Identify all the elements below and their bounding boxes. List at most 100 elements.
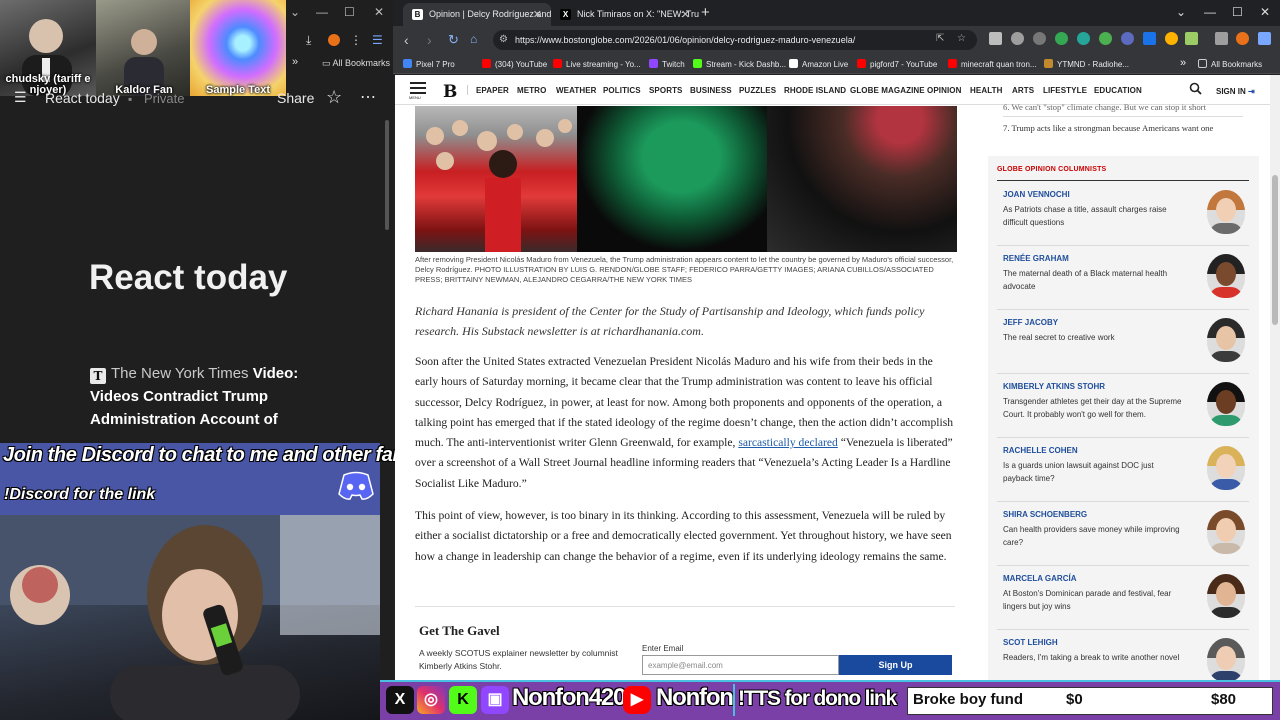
all-bookmarks-link[interactable]: ▭ All Bookmarks <box>322 58 390 69</box>
close-tab-icon[interactable]: ✕ <box>533 8 542 21</box>
bookmark-pigford[interactable]: pigford7 - YouTube <box>857 59 937 69</box>
nav-metro[interactable]: METRO <box>517 86 546 95</box>
columnist-headline[interactable]: As Patriots chase a title, assault charg… <box>1003 203 1185 229</box>
participant-thumbnail[interactable]: Sample Text <box>190 0 286 96</box>
nav-education[interactable]: EDUCATION <box>1094 86 1142 95</box>
columnist-item[interactable]: RACHELLE COHEN Is a guards union lawsuit… <box>997 438 1249 502</box>
minimize-icon[interactable]: — <box>316 5 328 19</box>
back-icon[interactable]: ‹ <box>404 32 409 48</box>
nav-weather[interactable]: WEATHER <box>556 86 597 95</box>
minimize-icon[interactable]: — <box>1204 5 1216 19</box>
bookmark-amazon-live[interactable]: Amazon Live <box>789 59 848 69</box>
nav-politics[interactable]: POLITICS <box>603 86 641 95</box>
columnist-headline[interactable]: Is a guards union lawsuit against DOC ju… <box>1003 459 1185 485</box>
columnist-item[interactable]: MARCELA GARCÍA At Boston's Dominican par… <box>997 566 1249 630</box>
columnist-headline[interactable]: Can health providers save money while im… <box>1003 523 1185 549</box>
star-icon[interactable]: ☆ <box>326 87 342 108</box>
extension-icon[interactable] <box>1055 32 1068 45</box>
more-icon[interactable]: ⋮ <box>350 33 362 47</box>
new-tab-button[interactable]: + <box>701 4 710 21</box>
profile-avatar[interactable] <box>328 34 340 46</box>
columnist-name[interactable]: MARCELA GARCÍA <box>1003 574 1076 583</box>
globe-logo[interactable]: B <box>443 82 457 102</box>
extension-icon[interactable] <box>1033 32 1046 45</box>
most-read-item[interactable]: 7. Trump acts like a strongman because A… <box>1003 123 1213 133</box>
bookmark-live-streaming[interactable]: Live streaming - Yo... <box>553 59 641 69</box>
bookmark-twitch[interactable]: Twitch <box>649 59 685 69</box>
share-page-icon[interactable]: ⇱ <box>936 33 944 44</box>
maximize-icon[interactable]: ☐ <box>1232 5 1243 19</box>
nav-rhode-island[interactable]: RHODE ISLAND <box>784 86 846 95</box>
columnist-headline[interactable]: The maternal death of a Black maternal h… <box>1003 267 1185 293</box>
site-info-icon[interactable]: ⚙ <box>499 34 508 45</box>
columnist-name[interactable]: KIMBERLY ATKINS STOHR <box>1003 382 1105 391</box>
participant-thumbnail[interactable]: chudsky (tariff e njoyer) <box>0 0 96 96</box>
extension-icon[interactable] <box>1121 32 1134 45</box>
nav-epaper[interactable]: EPAPER <box>476 86 509 95</box>
nav-arts[interactable]: ARTS <box>1012 86 1034 95</box>
forward-icon[interactable]: › <box>427 32 432 48</box>
home-icon[interactable]: ⌂ <box>470 32 477 46</box>
menu-icon[interactable] <box>1258 32 1271 45</box>
extension-icon[interactable] <box>989 32 1002 45</box>
bookmark-kick[interactable]: Stream - Kick Dashb... <box>693 59 786 69</box>
columnist-item[interactable]: RENÉE GRAHAM The maternal death of a Bla… <box>997 246 1249 310</box>
columnist-item[interactable]: JEFF JACOBY The real secret to creative … <box>997 310 1249 374</box>
menu-icon[interactable]: ☰ <box>372 33 383 47</box>
nav-puzzles[interactable]: PUZZLES <box>739 86 776 95</box>
columnist-headline[interactable]: Readers, I'm taking a break to write ano… <box>1003 651 1185 664</box>
tab-opinion[interactable]: B Opinion | Delcy Rodríguez and ✕ <box>403 3 551 26</box>
tab-search-icon[interactable]: ⌄ <box>1176 5 1186 19</box>
columnist-headline[interactable]: The real secret to creative work <box>1003 331 1185 344</box>
email-input[interactable]: example@email.com <box>642 655 839 675</box>
left-scrollbar[interactable] <box>385 120 389 230</box>
extension-icon[interactable] <box>1077 32 1090 45</box>
columnist-name[interactable]: RENÉE GRAHAM <box>1003 254 1069 263</box>
extension-icon[interactable] <box>1143 32 1156 45</box>
sign-up-button[interactable]: Sign Up <box>839 655 952 675</box>
columnist-name[interactable]: JEFF JACOBY <box>1003 318 1058 327</box>
columnist-name[interactable]: SCOT LEHIGH <box>1003 638 1058 647</box>
close-icon[interactable]: ✕ <box>374 5 384 19</box>
reload-icon[interactable]: ↻ <box>448 32 459 48</box>
participant-thumbnail[interactable]: Kaldor Fan <box>96 0 192 96</box>
columnist-item[interactable]: SHIRA SCHOENBERG Can health providers sa… <box>997 502 1249 566</box>
sign-in-link[interactable]: SIGN IN ⇥ <box>1216 87 1255 96</box>
hamburger-icon[interactable]: ☰ <box>14 89 27 106</box>
chevron-down-icon[interactable]: ⌄ <box>290 5 300 19</box>
columnist-item[interactable]: JOAN VENNOCHI As Patriots chase a title,… <box>997 182 1249 246</box>
bookmark-youtube[interactable]: (304) YouTube <box>482 59 547 69</box>
bookmark-ytmnd[interactable]: YTMND - Radiohe... <box>1044 59 1129 69</box>
page-scrollbar[interactable] <box>1270 75 1280 680</box>
columnist-name[interactable]: JOAN VENNOCHI <box>1003 190 1070 199</box>
tab-twitter[interactable]: X Nick Timiraos on X: "NEW: Trum ✕ <box>551 3 699 26</box>
bookmark-minecraft[interactable]: minecraft quan tron... <box>948 59 1037 69</box>
columnist-name[interactable]: RACHELLE COHEN <box>1003 446 1078 455</box>
maximize-icon[interactable]: ☐ <box>344 5 355 19</box>
bookmarks-overflow-icon[interactable]: » <box>1180 57 1186 69</box>
nav-business[interactable]: BUSINESS <box>690 86 732 95</box>
nav-opinion[interactable]: OPINION <box>927 86 961 95</box>
search-icon[interactable] <box>1189 82 1202 95</box>
bookmark-star-icon[interactable]: ☆ <box>957 33 966 44</box>
inline-link[interactable]: sarcastically declared <box>738 436 837 449</box>
share-button[interactable]: Share <box>277 90 314 106</box>
download-icon[interactable]: ⤓ <box>306 33 311 48</box>
url-text[interactable]: https://www.bostonglobe.com/2026/01/06/o… <box>515 35 855 45</box>
nav-sports[interactable]: SPORTS <box>649 86 683 95</box>
extension-icon[interactable] <box>1165 32 1178 45</box>
columnist-headline[interactable]: Transgender athletes get their day at th… <box>1003 395 1185 421</box>
close-tab-icon[interactable]: ✕ <box>681 8 690 21</box>
extension-icon[interactable] <box>1011 32 1024 45</box>
columnist-item[interactable]: KIMBERLY ATKINS STOHR Transgender athlet… <box>997 374 1249 438</box>
close-icon[interactable]: ✕ <box>1260 5 1270 19</box>
download-icon[interactable] <box>1215 32 1228 45</box>
nav-lifestyle[interactable]: LIFESTYLE <box>1043 86 1087 95</box>
profile-avatar[interactable] <box>1236 32 1249 45</box>
columnist-name[interactable]: SHIRA SCHOENBERG <box>1003 510 1087 519</box>
all-bookmarks-link[interactable]: All Bookmarks <box>1198 59 1262 69</box>
chevron-right-icon[interactable]: » <box>292 56 298 68</box>
most-read-item[interactable]: 6. We can't "stop" climate change. But w… <box>1003 102 1206 112</box>
extensions-puzzle-icon[interactable] <box>1185 32 1198 45</box>
nav-health[interactable]: HEALTH <box>970 86 1002 95</box>
